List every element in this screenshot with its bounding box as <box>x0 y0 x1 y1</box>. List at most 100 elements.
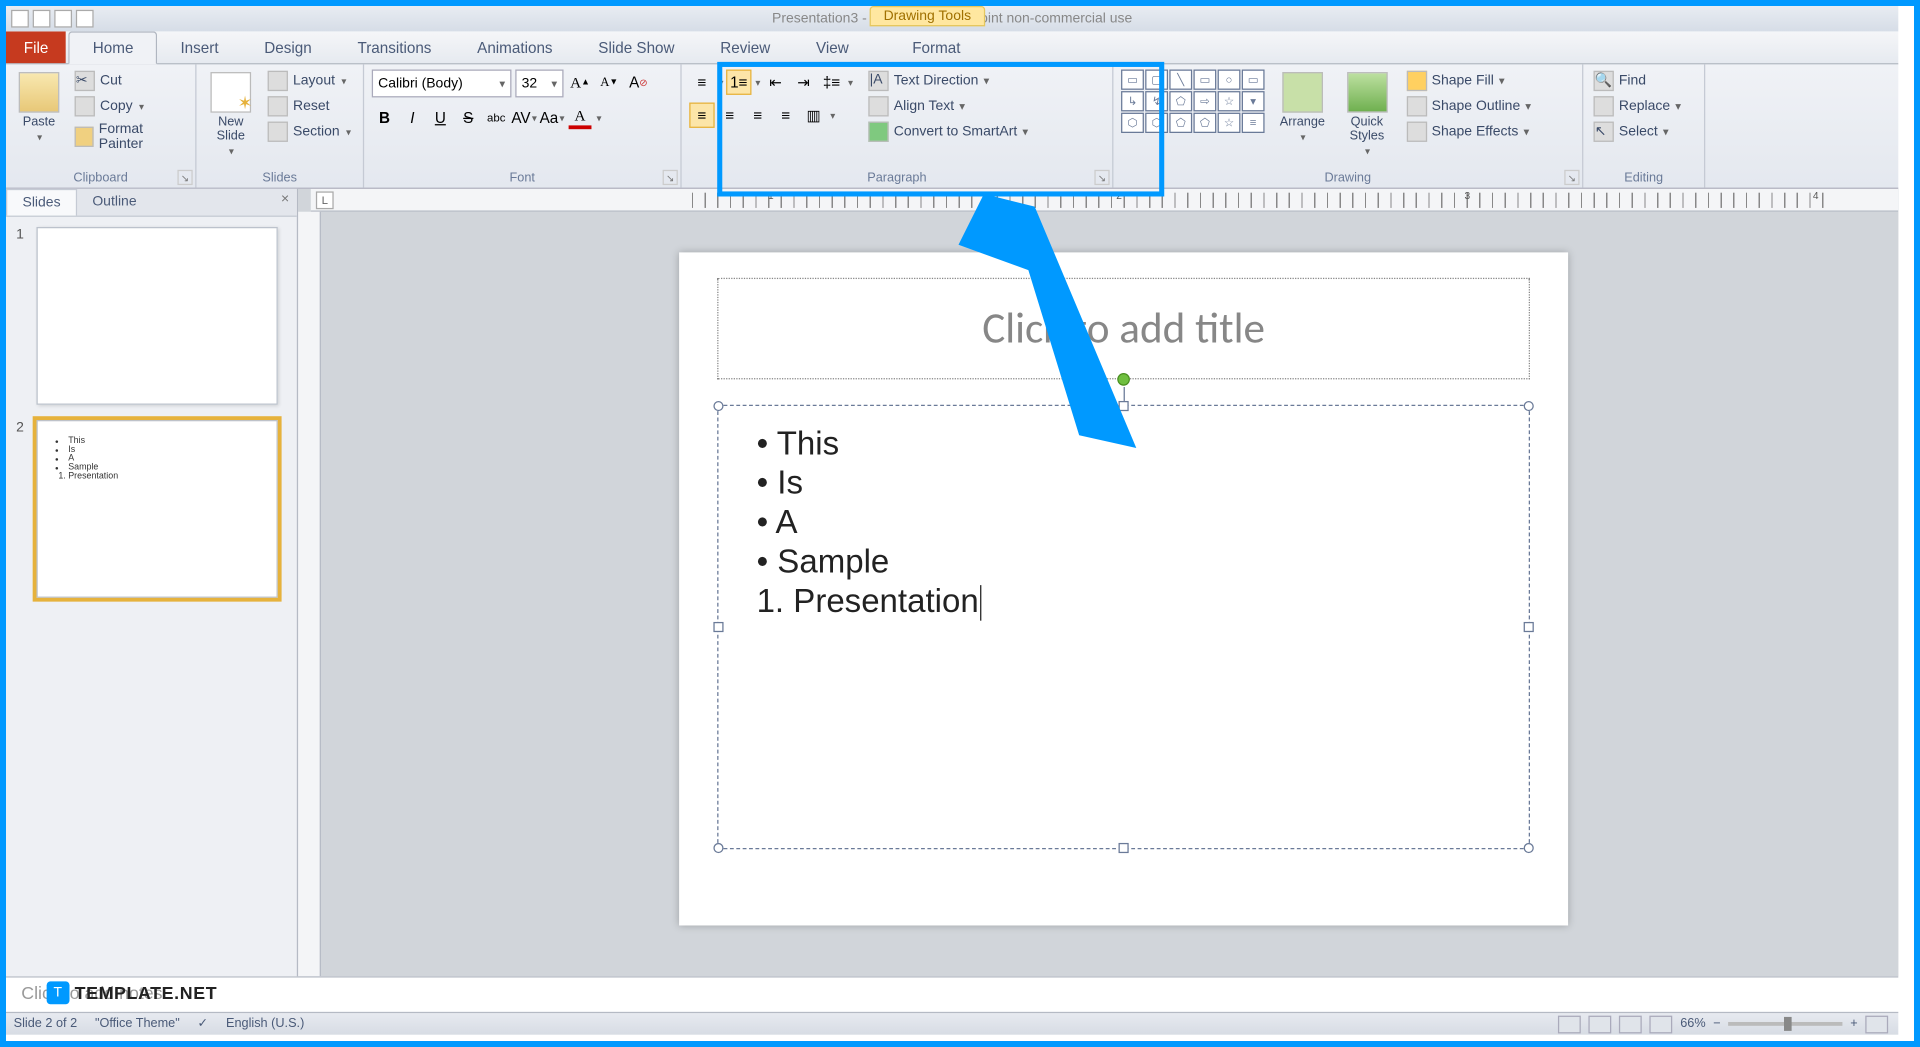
drawing-launcher[interactable]: ↘ <box>1564 170 1579 185</box>
thumbnail-2[interactable]: 2 This Is A Sample Presentation <box>16 420 287 598</box>
shape-effects-button[interactable]: Shape Effects <box>1404 120 1534 143</box>
group-slides: ✶ New Slide ▾ Layout▾ Reset Section▾ Sli… <box>197 64 365 187</box>
layout-button[interactable]: Layout▾ <box>265 70 354 93</box>
tab-slideshow[interactable]: Slide Show <box>575 33 697 63</box>
numbering-button[interactable]: 1≡ <box>726 70 751 95</box>
tab-view[interactable]: View <box>793 33 871 63</box>
decrease-indent-button[interactable]: ⇤ <box>763 70 788 95</box>
select-button[interactable]: ↖Select <box>1591 120 1684 143</box>
align-text-button[interactable]: Align Text <box>866 95 1031 118</box>
normal-view-button[interactable] <box>1558 1015 1581 1033</box>
pane-close-button[interactable]: × <box>273 189 296 216</box>
align-left-button[interactable]: ≡ <box>689 103 714 128</box>
font-name-combo[interactable]: Calibri (Body) <box>372 70 512 98</box>
bullet-item[interactable]: This <box>757 424 1491 463</box>
slideshow-view-button[interactable] <box>1650 1015 1673 1033</box>
reading-view-button[interactable] <box>1619 1015 1642 1033</box>
tab-insert[interactable]: Insert <box>158 33 242 63</box>
shape-fill-button[interactable]: Shape Fill <box>1404 70 1534 93</box>
thumbnail-1[interactable]: 1 <box>16 227 287 405</box>
fit-window-button[interactable] <box>1865 1015 1888 1033</box>
copy-button[interactable]: Copy▾ <box>72 95 188 118</box>
spell-check-icon[interactable]: ✓ <box>198 1017 209 1031</box>
slide-canvas[interactable]: Click to add title This Is A Sample Pres… <box>679 252 1568 925</box>
underline-button[interactable]: U <box>428 105 453 130</box>
save-icon[interactable] <box>33 10 51 28</box>
align-right-button[interactable]: ≡ <box>745 103 770 128</box>
handle-r[interactable] <box>1524 622 1534 632</box>
quick-access-toolbar[interactable] <box>11 10 94 28</box>
section-button[interactable]: Section▾ <box>265 120 354 143</box>
title-placeholder[interactable]: Click to add title <box>717 278 1530 380</box>
columns-button[interactable]: ▥ <box>801 103 826 128</box>
vertical-ruler[interactable] <box>298 212 321 977</box>
reset-button[interactable]: Reset <box>265 95 354 118</box>
redo-icon[interactable] <box>76 10 94 28</box>
replace-button[interactable]: Replace <box>1591 95 1684 118</box>
slide-edit-area[interactable]: L Click to add title This Is A Sam <box>298 189 1898 976</box>
shadow-button[interactable]: abc <box>484 105 509 130</box>
shape-outline-button[interactable]: Shape Outline <box>1404 95 1534 118</box>
handle-t[interactable] <box>1119 401 1129 411</box>
cut-button[interactable]: ✂Cut <box>72 70 188 93</box>
numbered-item[interactable]: Presentation <box>757 581 1491 621</box>
text-direction-button[interactable]: |AText Direction <box>866 70 1031 93</box>
bullet-item[interactable]: Sample <box>757 542 1491 581</box>
bullets-button[interactable]: ≡ <box>689 70 714 95</box>
language-status[interactable]: English (U.S.) <box>226 1017 304 1031</box>
new-slide-button[interactable]: ✶ New Slide ▾ <box>204 70 257 160</box>
shrink-font-button[interactable]: A▼ <box>597 70 622 95</box>
rotation-handle[interactable] <box>1117 373 1130 386</box>
zoom-out-button[interactable]: − <box>1713 1017 1720 1031</box>
sorter-view-button[interactable] <box>1589 1015 1612 1033</box>
char-spacing-button[interactable]: AV▾ <box>511 105 536 130</box>
zoom-in-button[interactable]: + <box>1850 1017 1857 1031</box>
convert-smartart-button[interactable]: Convert to SmartArt <box>866 120 1031 143</box>
align-center-button[interactable]: ≡ <box>717 103 742 128</box>
clear-formatting-button[interactable]: A⊘ <box>626 70 651 95</box>
justify-button[interactable]: ≡ <box>773 103 798 128</box>
tab-design[interactable]: Design <box>241 33 334 63</box>
tab-animations[interactable]: Animations <box>454 33 575 63</box>
tab-selector[interactable]: L <box>316 191 334 209</box>
bold-button[interactable]: B <box>372 105 397 130</box>
arrange-button[interactable]: Arrange▾ <box>1275 70 1330 146</box>
handle-l[interactable] <box>713 622 723 632</box>
quick-styles-button[interactable]: Quick Styles▾ <box>1340 70 1393 160</box>
tab-home[interactable]: Home <box>69 31 158 64</box>
font-color-button[interactable]: A <box>567 105 592 130</box>
handle-b[interactable] <box>1119 843 1129 853</box>
font-size-combo[interactable]: 32 <box>515 70 563 98</box>
tab-transitions[interactable]: Transitions <box>335 33 455 63</box>
handle-bl[interactable] <box>713 843 723 853</box>
paragraph-launcher[interactable]: ↘ <box>1094 170 1109 185</box>
change-case-button[interactable]: Aa▾ <box>539 105 564 130</box>
outline-tab[interactable]: Outline <box>77 189 152 216</box>
shapes-gallery[interactable]: ▭▢╲▭○▭ ↳↯⬠⇨☆▾ ⬡⬡⬠⬠☆≡ <box>1121 70 1265 134</box>
grow-font-button[interactable]: A▲ <box>567 70 592 95</box>
handle-tl[interactable] <box>713 401 723 411</box>
handle-tr[interactable] <box>1524 401 1534 411</box>
line-spacing-button[interactable]: ‡≡ <box>819 70 844 95</box>
tab-review[interactable]: Review <box>697 33 793 63</box>
paste-button[interactable]: Paste ▾ <box>14 70 65 146</box>
undo-icon[interactable] <box>54 10 72 28</box>
horizontal-ruler[interactable]: L <box>311 189 1898 212</box>
zoom-slider[interactable] <box>1728 1022 1842 1026</box>
bullet-item[interactable]: Is <box>757 463 1491 502</box>
increase-indent-button[interactable]: ⇥ <box>791 70 816 95</box>
font-launcher[interactable]: ↘ <box>663 170 678 185</box>
tab-format[interactable]: Format <box>889 33 983 63</box>
find-button[interactable]: 🔍Find <box>1591 70 1684 93</box>
tab-file[interactable]: File <box>6 31 66 63</box>
format-painter-button[interactable]: Format Painter <box>72 120 188 153</box>
handle-br[interactable] <box>1524 843 1534 853</box>
italic-button[interactable]: I <box>400 105 425 130</box>
strikethrough-button[interactable]: S <box>456 105 481 130</box>
bullet-item[interactable]: A <box>757 503 1491 542</box>
clipboard-launcher[interactable]: ↘ <box>177 170 192 185</box>
zoom-level[interactable]: 66% <box>1680 1017 1705 1031</box>
slides-tab[interactable]: Slides <box>6 189 77 216</box>
notes-pane[interactable]: Click to add notes <box>6 976 1898 1012</box>
content-placeholder[interactable]: This Is A Sample Presentation <box>717 405 1530 849</box>
